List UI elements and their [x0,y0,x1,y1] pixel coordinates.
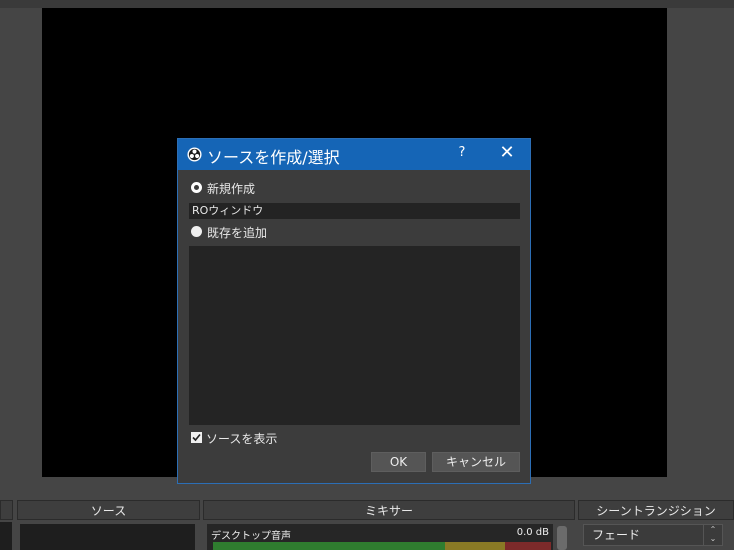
add-existing-label: 既存を追加 [207,226,268,240]
mixer-scrollbar[interactable] [557,526,567,550]
volume-meter [213,542,551,550]
show-source-checkbox[interactable] [191,432,202,443]
create-select-source-dialog: ソースを作成/選択 ? ✕ 新規作成 既存を追加 ソースを表示 OK キャンセル [177,138,531,484]
dialog-titlebar[interactable]: ソースを作成/選択 ? ✕ [178,139,530,170]
sources-list[interactable] [20,524,195,550]
mixer-dock-header: ミキサー [203,500,575,520]
help-button[interactable]: ? [453,145,471,160]
scenes-list[interactable] [0,522,12,550]
checkmark-icon [192,433,201,442]
sources-dock-header: ソース [17,500,200,520]
chevron-updown-icon: ⌃ ⌄ [703,525,722,545]
transitions-dock-title: シーントランジション [596,503,716,518]
existing-sources-list[interactable] [189,246,520,425]
mixer-level: 0.0 dB [516,527,549,538]
scenes-dock-header [0,500,13,520]
mixer-dock-title: ミキサー [364,503,413,518]
transition-select[interactable]: フェード ⌃ ⌄ [583,524,723,546]
create-new-label: 新規作成 [207,182,256,196]
show-source-label: ソースを表示 [206,432,278,446]
obs-logo-icon [187,147,202,162]
mixer-track-label: デスクトップ音声 [211,531,291,542]
create-new-radio[interactable] [191,182,202,193]
ok-button[interactable]: OK [371,452,426,472]
add-existing-radio[interactable] [191,226,202,237]
source-name-input[interactable] [189,203,520,219]
transition-selected: フェード [592,528,641,542]
cancel-button[interactable]: キャンセル [432,452,520,472]
dialog-title: ソースを作成/選択 [207,148,340,167]
sources-dock-title: ソース [90,503,127,518]
close-button[interactable]: ✕ [496,142,518,163]
top-strip [0,0,734,8]
mixer-track: デスクトップ音声 0.0 dB [207,524,553,550]
transitions-dock-header: シーントランジション [578,500,734,520]
